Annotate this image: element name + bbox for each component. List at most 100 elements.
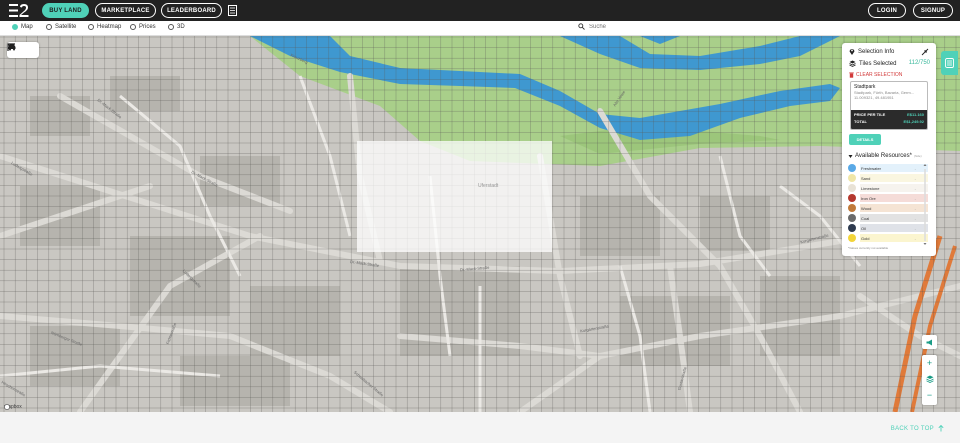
resource-row: Freshwater - bbox=[848, 163, 928, 173]
radio-satellite[interactable] bbox=[46, 24, 52, 30]
resources-scrollbar[interactable] bbox=[923, 163, 927, 246]
resource-color-dot bbox=[848, 214, 856, 222]
view-option-satellite[interactable]: Satellite bbox=[46, 24, 76, 30]
mapbox-logo-icon bbox=[4, 404, 10, 410]
page-footer: BACK TO TOP bbox=[0, 412, 960, 443]
resource-name: Coal bbox=[861, 215, 870, 221]
resources-title: Available Resources* bbox=[855, 153, 912, 159]
resource-name: Freshwater bbox=[861, 165, 882, 171]
radio-heatmap[interactable] bbox=[88, 24, 94, 30]
resource-row: Limestone - bbox=[848, 183, 928, 193]
resource-bar bbox=[860, 234, 928, 242]
place-coordinates: 11.009321, 49.481951 bbox=[854, 95, 894, 100]
resource-row: Iron Ore - bbox=[848, 193, 928, 203]
resource-value: - bbox=[914, 185, 916, 191]
trash-icon bbox=[849, 72, 854, 78]
view-option-prices-label: Prices bbox=[139, 24, 156, 30]
selection-info-panel: Selection Info Tiles Selected 112/750 CL… bbox=[842, 43, 936, 256]
resource-name: Oil bbox=[861, 225, 866, 231]
resource-name: Limestone bbox=[861, 185, 880, 191]
map-view-bar: Map Satellite Heatmap Prices 3D bbox=[0, 21, 960, 36]
resource-row: Oil - bbox=[848, 223, 928, 233]
list-icon bbox=[945, 58, 954, 68]
login-button[interactable]: LOGIN bbox=[868, 3, 906, 18]
resource-name: Sand bbox=[861, 175, 871, 181]
resource-value: - bbox=[914, 165, 916, 171]
resource-value: - bbox=[914, 235, 916, 241]
resource-color-dot bbox=[848, 194, 856, 202]
tiles-selected-label: Tiles Selected bbox=[859, 60, 897, 67]
buy-land-button[interactable]: BUY LAND bbox=[42, 3, 89, 18]
search-bar bbox=[578, 23, 709, 30]
details-button[interactable]: DETAILS bbox=[849, 134, 881, 145]
resource-row: Gold - bbox=[848, 233, 928, 243]
earth2-logo[interactable] bbox=[9, 4, 29, 17]
map-label-district: Uferstadt bbox=[478, 183, 499, 189]
share-button[interactable] bbox=[922, 335, 937, 349]
selection-info-header: Selection Info bbox=[849, 48, 894, 55]
resource-value: - bbox=[914, 175, 916, 181]
resource-row: Sand - bbox=[848, 173, 928, 183]
map-graphics[interactable] bbox=[0, 36, 960, 412]
arrow-up-icon bbox=[938, 425, 944, 432]
total-label: TOTAL bbox=[854, 119, 867, 124]
leaderboard-button[interactable]: LEADERBOARD bbox=[161, 3, 222, 18]
marketplace-button[interactable]: MARKETPLACE bbox=[95, 3, 156, 18]
price-per-tile-label: PRICE PER TILE bbox=[854, 112, 886, 117]
panel-toggle-button[interactable] bbox=[941, 51, 958, 75]
megaphone-icon bbox=[926, 339, 932, 345]
top-navigation-bar: BUY LAND MARKETPLACE LEADERBOARD LOGIN S… bbox=[0, 0, 960, 21]
clear-selection-label: CLEAR SELECTION bbox=[856, 72, 903, 78]
view-option-prices[interactable]: Prices bbox=[130, 24, 156, 30]
resource-color-dot bbox=[848, 164, 856, 172]
resources-toggle[interactable]: (hide) bbox=[914, 154, 922, 158]
selected-tiles-area bbox=[357, 141, 552, 252]
view-option-map[interactable]: Map bbox=[12, 24, 33, 30]
zoom-out-button[interactable]: − bbox=[922, 387, 937, 403]
collapse-arrows-icon[interactable] bbox=[921, 48, 929, 56]
resources-header[interactable]: Available Resources* (hide) bbox=[848, 153, 922, 159]
radio-map[interactable] bbox=[12, 24, 18, 30]
mapbox-attribution[interactable]: mapbox bbox=[4, 404, 22, 410]
resource-name: Gold bbox=[861, 235, 870, 241]
signup-button[interactable]: SIGNUP bbox=[913, 3, 953, 18]
resource-color-dot bbox=[848, 184, 856, 192]
resource-color-dot bbox=[848, 224, 856, 232]
tiles-selected-row: Tiles Selected bbox=[849, 60, 896, 67]
selection-info-title: Selection Info bbox=[858, 48, 895, 55]
map-tools-button[interactable] bbox=[7, 42, 39, 58]
view-option-3d-label: 3D bbox=[177, 24, 185, 30]
search-input[interactable] bbox=[589, 23, 709, 30]
tiles-selected-count: 112/750 bbox=[908, 60, 930, 66]
map-canvas[interactable]: Kreuzberg Dr.-Mack-Straße Dr.-Mack-Straß… bbox=[0, 36, 960, 412]
view-option-heatmap-label: Heatmap bbox=[97, 24, 122, 30]
book-icon[interactable] bbox=[228, 5, 237, 16]
view-option-map-label: Map bbox=[21, 24, 33, 30]
radio-prices[interactable] bbox=[130, 24, 136, 30]
resource-bar bbox=[860, 214, 928, 222]
resource-value: - bbox=[914, 205, 916, 211]
resource-name: Wood bbox=[861, 205, 872, 211]
caret-down-icon bbox=[848, 154, 853, 158]
zoom-controls: + − bbox=[922, 355, 937, 405]
layers-icon bbox=[849, 60, 856, 67]
resource-color-dot bbox=[848, 204, 856, 212]
back-to-top-link[interactable]: BACK TO TOP bbox=[891, 425, 944, 432]
total-value: E$1,249.92 bbox=[903, 119, 924, 124]
resource-value: - bbox=[914, 215, 916, 221]
view-option-3d[interactable]: 3D bbox=[168, 24, 185, 30]
place-info-card: Stadtpark Stadtpark, Fürth, Bavaria, Ger… bbox=[850, 81, 928, 130]
search-icon bbox=[578, 23, 585, 30]
plus-icon: + bbox=[926, 358, 933, 368]
view-option-satellite-label: Satellite bbox=[55, 24, 77, 30]
resources-list: Freshwater - Sand - Limestone - Iron Ore - Wood -… bbox=[848, 163, 928, 247]
zoom-in-button[interactable]: + bbox=[922, 355, 937, 371]
location-pin-icon bbox=[849, 49, 855, 55]
resource-row: Wood - bbox=[848, 203, 928, 213]
radio-3d[interactable] bbox=[168, 24, 174, 30]
resource-color-dot bbox=[848, 234, 856, 242]
view-option-heatmap[interactable]: Heatmap bbox=[88, 24, 121, 30]
price-per-tile-value: E$11.160 bbox=[907, 112, 924, 117]
map-style-button[interactable] bbox=[922, 371, 937, 387]
clear-selection-button[interactable]: CLEAR SELECTION bbox=[849, 72, 902, 78]
